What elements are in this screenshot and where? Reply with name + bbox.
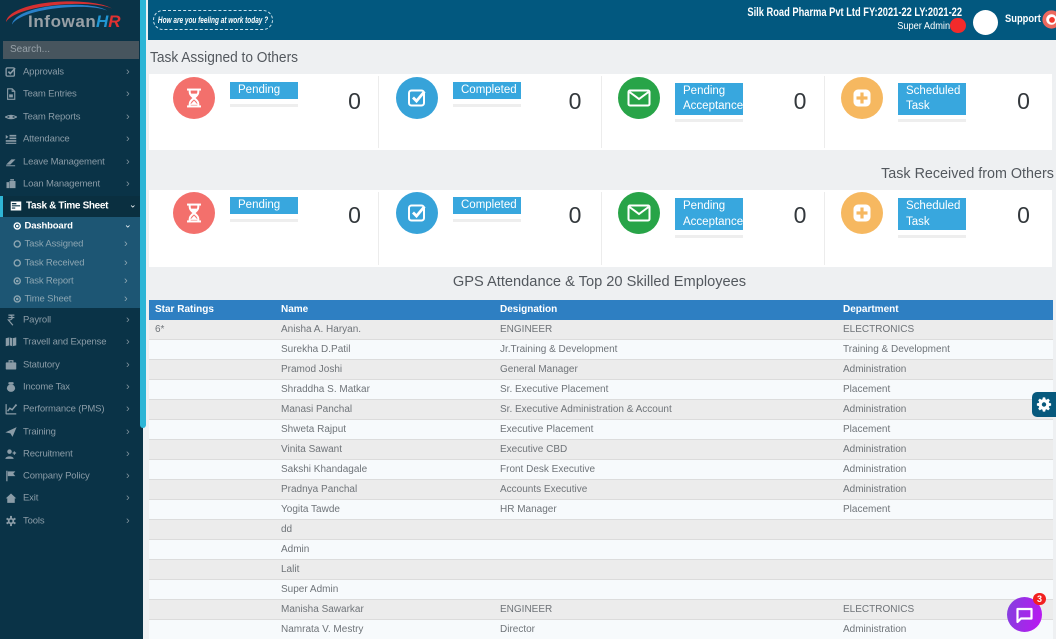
svg-text:Infowan: Infowan <box>28 12 96 31</box>
svg-text:HR: HR <box>96 12 121 31</box>
